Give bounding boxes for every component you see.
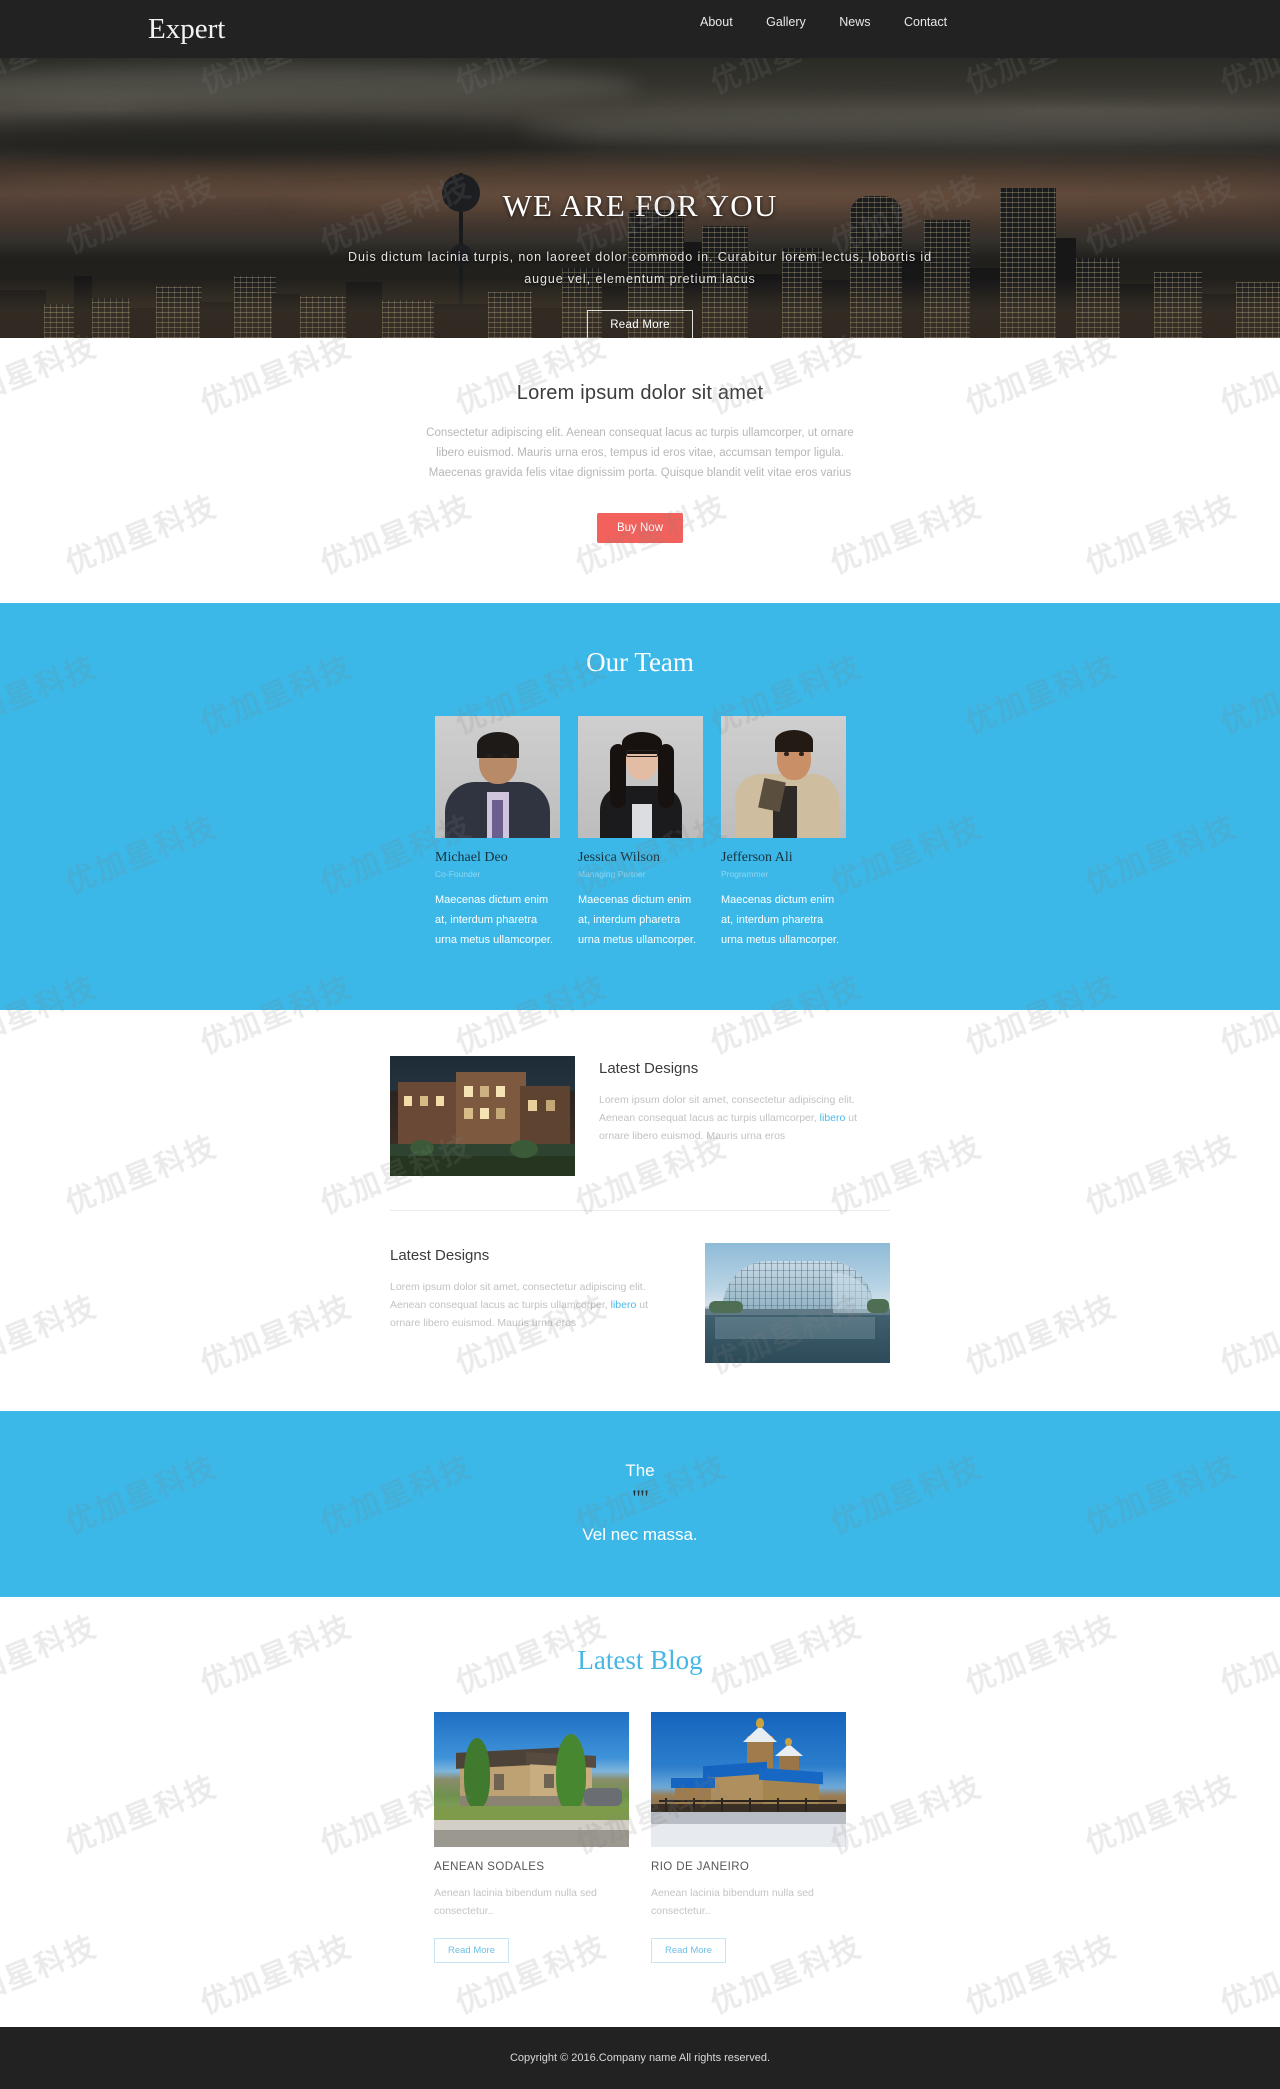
blog-card: AENEAN SODALES Aenean lacinia bibendum n… xyxy=(434,1712,629,1963)
team-member-description: Maecenas dictum enim at, interdum pharet… xyxy=(578,894,696,946)
intro-paragraph: Consectetur adipiscing elit. Aenean cons… xyxy=(426,427,854,479)
site-logo[interactable]: Expert xyxy=(148,0,225,58)
nav-item-news[interactable]: News xyxy=(839,14,870,31)
blog-heading: Latest Blog xyxy=(577,1645,703,1675)
site-footer: Copyright © 2016.Company name All rights… xyxy=(0,2027,1280,2089)
design-image xyxy=(705,1243,890,1363)
site-header: Expert About Gallery News Contact xyxy=(0,0,1280,58)
hero-read-more-button[interactable]: Read More xyxy=(587,310,693,338)
design-title: Latest Designs xyxy=(390,1247,490,1264)
design-row: Latest Designs Lorem ipsum dolor sit ame… xyxy=(390,1056,890,1176)
blog-card-read-more-button[interactable]: Read More xyxy=(434,1938,509,1963)
hero-title: WE ARE FOR YOU xyxy=(502,188,778,223)
intro-section: Lorem ipsum dolor sit amet Consectetur a… xyxy=(0,338,1280,603)
hero-subtitle: Duis dictum lacinia turpis, non laoreet … xyxy=(348,250,932,286)
team-member: Michael Deo Co-Founder Maecenas dictum e… xyxy=(435,716,560,950)
blog-card-title: AENEAN SODALES xyxy=(434,1861,545,1873)
design-text: Latest Designs Lorem ipsum dolor sit ame… xyxy=(390,1243,681,1332)
team-member: Jessica Wilson Managing Partner Maecenas… xyxy=(578,716,703,950)
team-member-photo xyxy=(578,716,703,838)
team-member-description: Maecenas dictum enim at, interdum pharet… xyxy=(435,894,553,946)
hero-banner: WE ARE FOR YOU Duis dictum lacinia turpi… xyxy=(0,58,1280,338)
team-section: Our Team Michael Deo Co-Founder Maecenas… xyxy=(0,603,1280,1010)
team-member-description: Maecenas dictum enim at, interdum pharet… xyxy=(721,894,839,946)
team-member-name: Michael Deo xyxy=(435,850,508,865)
quote-mark-icon: "" xyxy=(632,1485,649,1510)
team-member-name: Jefferson Ali xyxy=(721,850,793,865)
team-member-role: Managing Partner xyxy=(578,869,646,879)
intro-heading: Lorem ipsum dolor sit amet xyxy=(516,382,764,404)
blog-card-image[interactable] xyxy=(651,1712,846,1847)
team-member-role: Co-Founder xyxy=(435,869,481,879)
team-member-photo xyxy=(435,716,560,838)
blog-card-excerpt: Aenean lacinia bibendum nulla sed consec… xyxy=(651,1887,814,1917)
design-image xyxy=(390,1056,575,1176)
design-inline-link[interactable]: libero xyxy=(611,1299,637,1311)
team-grid: Michael Deo Co-Founder Maecenas dictum e… xyxy=(435,716,846,950)
design-text: Latest Designs Lorem ipsum dolor sit ame… xyxy=(599,1056,890,1145)
main-navigation: About Gallery News Contact xyxy=(700,14,950,31)
design-body: Lorem ipsum dolor sit amet, consectetur … xyxy=(599,1091,890,1145)
nav-item-gallery[interactable]: Gallery xyxy=(766,14,806,31)
quote-line-1: The xyxy=(625,1461,655,1480)
team-member-role: Programmer xyxy=(721,869,769,879)
nav-item-about[interactable]: About xyxy=(700,14,733,31)
footer-copyright: Copyright © 2016.Company name All rights… xyxy=(509,2052,770,2064)
team-heading: Our Team xyxy=(586,647,694,677)
design-body: Lorem ipsum dolor sit amet, consectetur … xyxy=(390,1278,681,1332)
team-member-photo xyxy=(721,716,846,838)
blog-card-read-more-button[interactable]: Read More xyxy=(651,1938,726,1963)
blog-card-excerpt: Aenean lacinia bibendum nulla sed consec… xyxy=(434,1887,597,1917)
buy-now-button[interactable]: Buy Now xyxy=(596,513,684,543)
blog-grid: AENEAN SODALES Aenean lacinia bibendum n… xyxy=(434,1712,846,1963)
designs-section: Latest Designs Lorem ipsum dolor sit ame… xyxy=(0,1010,1280,1411)
team-member-name: Jessica Wilson xyxy=(578,850,661,865)
nav-item-contact[interactable]: Contact xyxy=(904,14,947,31)
design-title: Latest Designs xyxy=(599,1060,699,1077)
quote-line-2: Vel nec massa. xyxy=(582,1525,698,1544)
blog-card-title: RIO DE JANEIRO xyxy=(651,1861,750,1873)
design-inline-link[interactable]: libero xyxy=(820,1112,846,1124)
design-row: Latest Designs Lorem ipsum dolor sit ame… xyxy=(390,1210,890,1363)
blog-card: RIO DE JANEIRO Aenean lacinia bibendum n… xyxy=(651,1712,846,1963)
design-body-pre: Lorem ipsum dolor sit amet, consectetur … xyxy=(599,1094,855,1124)
blog-section: Latest Blog AENEAN SODALES Aenean lacini… xyxy=(0,1597,1280,2027)
page-root: Expert About Gallery News Contact WE ARE… xyxy=(0,0,1280,2089)
design-body-pre: Lorem ipsum dolor sit amet, consectetur … xyxy=(390,1281,646,1311)
quote-section: The "" Vel nec massa. xyxy=(0,1411,1280,1597)
team-member: Jefferson Ali Programmer Maecenas dictum… xyxy=(721,716,846,950)
blog-card-image[interactable] xyxy=(434,1712,629,1847)
